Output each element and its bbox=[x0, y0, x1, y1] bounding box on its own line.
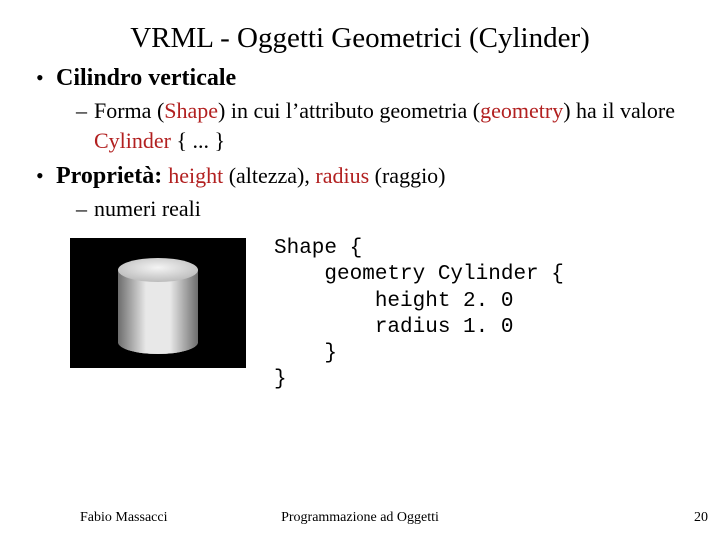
footer-course: Programmazione ad Oggetti bbox=[0, 510, 720, 526]
bullet-1: • Cilindro verticale – Forma (Shape) in … bbox=[36, 65, 690, 155]
dash-icon: – bbox=[76, 96, 94, 126]
bullet-icon: • bbox=[36, 67, 56, 89]
bullet-icon: • bbox=[36, 165, 56, 187]
dash-icon: – bbox=[76, 194, 94, 224]
code-block: Shape { geometry Cylinder { height 2. 0 … bbox=[274, 236, 564, 394]
bullet-2-sub: – numeri reali bbox=[76, 194, 690, 224]
bullet-1-sub: – Forma (Shape) in cui l’attributo geome… bbox=[76, 96, 690, 155]
cylinder-render bbox=[70, 238, 246, 368]
footer-page: 20 bbox=[694, 510, 708, 526]
bullet-1-label: Cilindro verticale bbox=[56, 65, 236, 92]
slide: VRML - Oggetti Geometrici (Cylinder) • C… bbox=[0, 0, 720, 540]
figure-row: Shape { geometry Cylinder { height 2. 0 … bbox=[30, 238, 690, 394]
bullet-1-sub-text: Forma (Shape) in cui l’attributo geometr… bbox=[94, 96, 690, 155]
bullet-2: • Proprietà: height (altezza), radius (r… bbox=[36, 163, 690, 224]
content-list: • Cilindro verticale – Forma (Shape) in … bbox=[30, 65, 690, 224]
footer: Fabio Massacci Programmazione ad Oggetti… bbox=[0, 510, 720, 526]
slide-title: VRML - Oggetti Geometrici (Cylinder) bbox=[30, 22, 690, 55]
bullet-2-sub-text: numeri reali bbox=[94, 194, 201, 224]
bullet-2-label: Proprietà: height (altezza), radius (rag… bbox=[56, 163, 446, 190]
